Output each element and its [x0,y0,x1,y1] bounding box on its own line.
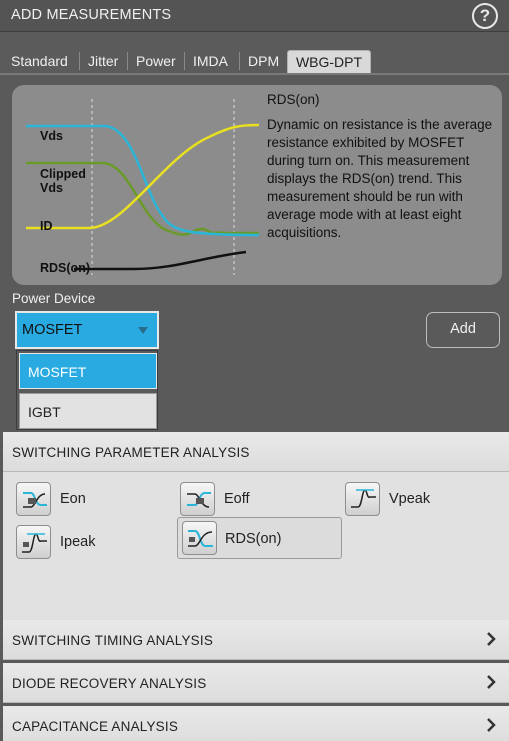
measurement-title: RDS(on) [267,92,320,107]
add-button[interactable]: Add [426,312,500,348]
rdson-trace [74,250,247,271]
vpeak-icon [345,482,380,516]
rdson-label: RDS(on) [40,261,90,275]
tab-imda[interactable]: IMDA [193,49,228,73]
measurement-description: Dynamic on resistance is the average res… [267,117,493,240]
measurement-eon[interactable]: Eon [16,480,136,520]
power-device-select[interactable]: MOSFET [15,311,159,349]
content-area: Vds Clipped Vds ID RDS(on) RDS(on) Dynam… [0,73,509,741]
measurement-eoff[interactable]: Eoff [180,480,300,520]
measurement-info-panel: Vds Clipped Vds ID RDS(on) RDS(on) Dynam… [12,85,502,285]
dropdown-option-igbt[interactable]: IGBT [19,393,157,429]
power-device-dropdown-list: MOSFET IGBT [16,350,158,430]
tab-divider [239,52,240,70]
eon-icon [16,482,51,516]
tab-power[interactable]: Power [136,49,176,73]
section-diode-recovery-analysis[interactable]: DIODE RECOVERY ANALYSIS [3,663,509,703]
tab-divider [184,52,185,70]
tab-jitter[interactable]: Jitter [88,49,118,73]
measurement-label: Eoff [224,491,250,507]
tab-wbg-dpt[interactable]: WBG-DPT [287,50,371,74]
clipped-vds-label: Vds [40,181,63,195]
vds-label: Vds [40,129,63,143]
section-title: SWITCHING TIMING ANALYSIS [12,633,214,648]
tab-dpm[interactable]: DPM [248,49,279,73]
section-switching-timing-analysis[interactable]: SWITCHING TIMING ANALYSIS [3,620,509,660]
eoff-icon [180,482,215,516]
tab-standard[interactable]: Standard [11,49,68,73]
tab-bar: Standard Jitter Power IMDA DPM WBG-DPT [0,32,509,74]
window-title: ADD MEASUREMENTS [11,7,172,23]
power-device-value: MOSFET [22,322,83,338]
help-button[interactable]: ? [472,3,498,29]
dropdown-arrow-icon [138,327,148,334]
ipeak-icon [16,525,51,559]
measurement-rdson[interactable]: RDS(on) [177,517,342,559]
measurement-label: RDS(on) [225,531,282,547]
clipped-label: Clipped [40,167,86,181]
section-title: CAPACITANCE ANALYSIS [12,719,179,734]
measurement-vpeak[interactable]: Vpeak [345,480,465,520]
measurement-label: Eon [60,491,86,507]
section-title: SWITCHING PARAMETER ANALYSIS [12,445,250,460]
rdson-icon [182,521,217,555]
power-device-label: Power Device [12,291,96,306]
section-title: DIODE RECOVERY ANALYSIS [12,676,207,691]
rdson-waveform-diagram: Vds Clipped Vds ID RDS(on) [26,99,260,275]
dropdown-option-mosfet[interactable]: MOSFET [19,353,157,389]
chevron-right-icon [487,718,496,732]
id-label: ID [40,219,53,233]
section-switching-parameter-analysis: SWITCHING PARAMETER ANALYSIS [3,432,509,472]
chevron-right-icon [487,675,496,689]
measurement-label: Vpeak [389,491,431,507]
chevron-right-icon [487,632,496,646]
switching-parameter-measurements: Eon Eoff Vpeak Ipeak RDS(on) [3,472,509,620]
title-bar: ADD MEASUREMENTS ? [0,0,509,32]
section-capacitance-analysis[interactable]: CAPACITANCE ANALYSIS [3,706,509,741]
tab-divider [79,52,80,70]
tab-divider [127,52,128,70]
measurement-label: Ipeak [60,534,96,550]
measurement-ipeak[interactable]: Ipeak [16,523,136,563]
